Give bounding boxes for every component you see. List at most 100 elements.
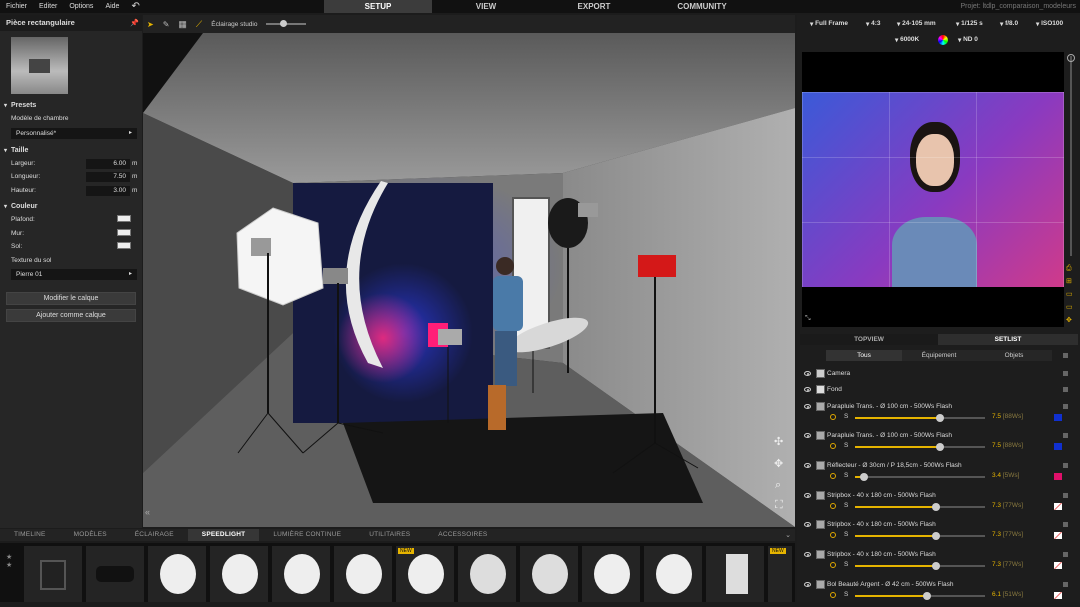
visibility-eye-icon[interactable] [804,433,811,438]
grid-icon[interactable]: ▦ [178,19,187,30]
lock-icon[interactable] [1063,582,1068,587]
tab-topview[interactable]: TOPVIEW [800,334,938,345]
power-slider[interactable] [855,443,985,451]
pan-icon[interactable]: ✥ [774,457,783,470]
filter-objects[interactable]: Objets [976,350,1052,361]
lock-icon[interactable] [1063,371,1068,376]
undo-icon[interactable]: ↶ [125,0,145,13]
presets-header[interactable]: Presets [0,100,142,112]
library-item[interactable]: NEW [396,546,454,602]
visibility-eye-icon[interactable] [804,493,811,498]
library-item[interactable] [582,546,640,602]
fit-view-icon[interactable]: ⛶ [775,499,783,512]
power-icon[interactable] [830,532,836,538]
lock-icon[interactable] [1063,552,1068,557]
collapse-down-icon[interactable]: ⌄ [785,531,791,539]
lock-icon[interactable] [1063,387,1068,392]
modify-layer-button[interactable]: Modifier le calque [6,292,136,305]
power-slider[interactable] [855,592,985,600]
library-item[interactable] [210,546,268,602]
pencil-icon[interactable]: ✎ [163,20,170,29]
size-header[interactable]: Taille [0,145,142,157]
pin-icon[interactable]: 📌 [130,19,139,27]
menu-fichier[interactable]: Fichier [0,0,33,13]
library-item[interactable]: NEW [768,546,792,602]
power-slider[interactable] [855,414,985,422]
tab-eclairage[interactable]: ÉCLAIRAGE [121,529,188,541]
library-item[interactable] [24,546,82,602]
room-model-dropdown[interactable]: Personnalisé* ▸ [11,127,137,139]
filter-all[interactable]: Tous [826,350,902,361]
tab-modeles[interactable]: MODÈLES [60,529,121,541]
menu-aide[interactable]: Aide [99,0,125,13]
visibility-eye-icon[interactable] [804,371,811,376]
setlist-item-light[interactable]: Parapluie Trans. - Ø 100 cm - 500Ws Flas… [800,430,1070,458]
room-thumbnail[interactable] [11,37,68,94]
menu-options[interactable]: Options [63,0,99,13]
library-item[interactable] [86,546,144,602]
lock-icon[interactable] [1063,463,1068,468]
floor-texture-dropdown[interactable]: Pierre 01 ▸ [11,269,137,280]
tab-speedlight[interactable]: SPEEDLIGHT [187,529,260,541]
power-icon[interactable] [830,414,836,420]
light-color-swatch[interactable] [1054,503,1062,510]
light-color-swatch[interactable] [1054,562,1062,569]
camera-format[interactable]: ▾ Full Frame [810,18,848,29]
visibility-eye-icon[interactable] [804,522,811,527]
visibility-eye-icon[interactable] [804,552,811,557]
library-item[interactable] [706,546,764,602]
setlist-item-fond[interactable]: Fond [800,384,1070,395]
power-icon[interactable] [830,443,836,449]
setlist-item-light[interactable]: Réflecteur - Ø 30cm / P 18,5cm - 500Ws F… [800,460,1070,488]
preview-scrollbar[interactable] [1067,54,1075,256]
length-field[interactable]: 7.50 [86,172,130,182]
visibility-eye-icon[interactable] [804,404,811,409]
preview-tool-icons[interactable]: ⎙ ⊞ ▭ ▭ ✥ [1066,262,1073,327]
ceiling-color-swatch[interactable] [117,215,131,222]
light-color-swatch[interactable] [1054,592,1062,599]
camera-preview[interactable]: ⤡ [802,52,1064,327]
color-header[interactable]: Couleur [0,201,142,213]
ruler-icon[interactable]: ⟋ [196,19,202,30]
wall-color-swatch[interactable] [117,228,131,236]
power-slider[interactable] [855,473,985,481]
lock-icon[interactable] [1063,433,1068,438]
power-icon[interactable] [830,592,836,598]
camera-nd[interactable]: ▾ ND 0 [958,34,978,45]
tab-view[interactable]: VIEW [432,0,540,13]
tab-lumiere-continue[interactable]: LUMIÈRE CONTINUE [259,529,355,541]
camera-aperture[interactable]: ▾ f/8.0 [1000,18,1018,29]
tab-community[interactable]: COMMUNITY [648,0,756,13]
tab-export[interactable]: EXPORT [540,0,648,13]
lock-icon[interactable] [1063,353,1068,358]
add-layer-button[interactable]: Ajouter comme calque [6,309,136,322]
camera-ratio[interactable]: ▾ 4:3 [866,18,880,29]
favorites-star-icon[interactable]: ★ ★ [6,553,12,569]
tab-timeline[interactable]: TIMELINE [0,529,60,541]
tab-setlist[interactable]: SETLIST [938,334,1078,345]
tab-setup[interactable]: SETUP [324,0,432,13]
width-field[interactable]: 6.00 [86,158,130,169]
3d-viewport[interactable]: « ✣ ✥ ⌕ ⛶ [143,33,795,527]
select-arrow-icon[interactable]: ➤ [147,20,154,29]
filter-equipment[interactable]: Équipement [902,350,976,361]
setlist-item-light[interactable]: Parapluie Trans. - Ø 100 cm - 500Ws Flas… [800,401,1070,429]
power-slider[interactable] [855,532,985,540]
menu-editer[interactable]: Editer [33,0,63,13]
tab-utilitaires[interactable]: UTILITAIRES [355,529,424,541]
power-icon[interactable] [830,503,836,509]
floor-color-swatch[interactable] [117,242,131,249]
collapse-preview-icon[interactable]: ⤡ [805,315,811,323]
height-field[interactable]: 3.00 [86,185,130,196]
lock-icon[interactable] [1063,493,1068,498]
lighting-intensity-slider[interactable] [266,20,307,27]
visibility-eye-icon[interactable] [804,582,811,587]
setlist-item-light[interactable]: Bol Beauté Argent - Ø 42 cm - 500Ws Flas… [800,579,1070,607]
camera-iso[interactable]: ▾ ISO100 [1036,18,1063,29]
light-color-swatch[interactable] [1054,443,1062,450]
lock-icon[interactable] [1063,522,1068,527]
power-slider[interactable] [855,503,985,511]
camera-lens[interactable]: ▾ 24-105 mm [897,18,936,29]
visibility-eye-icon[interactable] [804,387,811,392]
camera-shutter[interactable]: ▾ 1/125 s [956,18,983,29]
